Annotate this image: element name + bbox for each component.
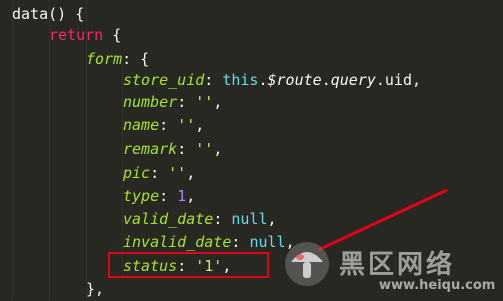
mushroom-logo-icon	[285, 242, 329, 286]
watermark-url: www.heiqu.com	[379, 278, 496, 293]
watermark-text: 黑区网络	[339, 250, 456, 280]
watermark: 黑区网络 www.heiqu.com	[283, 238, 503, 298]
